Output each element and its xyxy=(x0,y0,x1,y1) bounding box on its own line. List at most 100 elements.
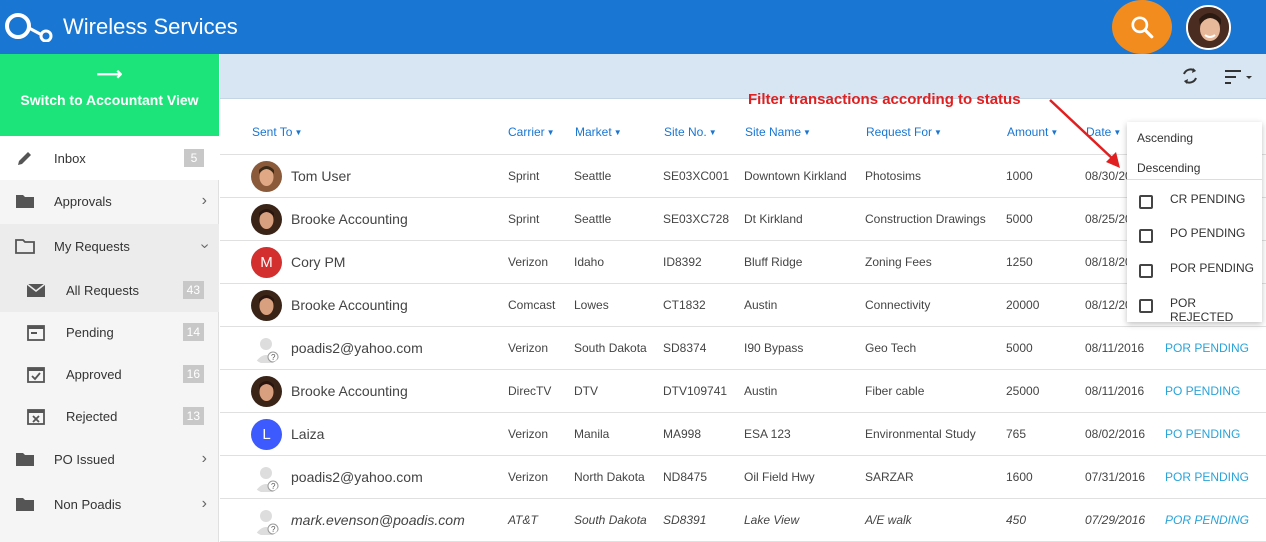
filter-checkbox-cr-pending[interactable] xyxy=(1139,195,1153,209)
cell-site-name: Downtown Kirkland xyxy=(744,169,847,183)
cell-site-no: ND8475 xyxy=(663,470,708,484)
sort-filter-menu: Ascending Descending CR PENDING PO PENDI… xyxy=(1127,122,1262,324)
sort-descending-option[interactable]: Descending xyxy=(1137,161,1200,175)
switch-accountant-view-button[interactable]: ⟶ Switch to Accountant View xyxy=(0,54,219,136)
table-row[interactable]: Brooke Accounting Sprint Seattle SE03XC728 D… xyxy=(220,198,1266,241)
cell-carrier: Verizon xyxy=(508,255,549,269)
refresh-icon[interactable] xyxy=(1180,66,1200,86)
cell-amount: 1250 xyxy=(1006,255,1033,269)
folder-icon xyxy=(16,195,34,208)
folder-icon xyxy=(16,453,34,466)
cell-status[interactable]: POR PENDING xyxy=(1165,341,1249,355)
calendar-x-icon xyxy=(27,409,45,425)
cell-request-for: Connectivity xyxy=(865,298,931,312)
table-row[interactable]: Brooke Accounting Comcast Lowes CT1832 Austi… xyxy=(220,284,1266,327)
column-header-request-for[interactable]: Request For ▼ xyxy=(866,125,942,139)
sidebar-item-all-requests[interactable]: All Requests 43 xyxy=(0,268,219,312)
sidebar-item-label: Inbox xyxy=(54,150,86,166)
user-avatar[interactable] xyxy=(1186,5,1231,50)
calendar-check-icon xyxy=(27,367,45,383)
sent-to-name: Brooke Accounting xyxy=(291,383,408,399)
cell-market: South Dakota xyxy=(574,513,647,527)
sidebar-item-rejected[interactable]: Rejected 13 xyxy=(0,394,219,438)
user-photo-avatar xyxy=(251,204,282,235)
search-icon xyxy=(1131,16,1154,39)
sent-to-name: poadis2@yahoo.com xyxy=(291,469,423,485)
cell-date: 07/29/2016 xyxy=(1085,513,1146,527)
column-header-site-name[interactable]: Site Name ▼ xyxy=(745,125,811,139)
cell-status[interactable]: PO PENDING xyxy=(1165,384,1240,398)
sidebar-item-approved[interactable]: Approved 16 xyxy=(0,352,219,396)
sidebar-item-label: Rejected xyxy=(66,408,118,424)
table-row[interactable]: Brooke Accounting DirecTV DTV DTV109741 Aust… xyxy=(220,370,1266,413)
cell-request-for: Fiber cable xyxy=(865,384,925,398)
letter-avatar: M xyxy=(251,247,282,278)
cell-request-for: Zoning Fees xyxy=(865,255,932,269)
sent-to-name: Brooke Accounting xyxy=(291,211,408,227)
sidebar-item-label: Pending xyxy=(66,324,114,340)
cell-site-name: Austin xyxy=(744,298,778,312)
cell-status[interactable]: PO PENDING xyxy=(1165,427,1240,441)
sort-filter-icon[interactable] xyxy=(1224,68,1254,86)
column-header-carrier[interactable]: Carrier ▼ xyxy=(508,125,555,139)
sidebar-item-non-poadis[interactable]: Non Poadis › xyxy=(0,482,219,526)
sidebar-item-inbox[interactable]: Inbox 5 xyxy=(0,136,219,180)
unknown-user-avatar-icon: ? xyxy=(251,505,282,536)
sidebar-item-label: My Requests xyxy=(54,238,130,254)
app-logo-icon[interactable] xyxy=(4,10,54,42)
filter-checkbox-po-pending[interactable] xyxy=(1139,229,1153,243)
sidebar-item-label: Approvals xyxy=(54,193,112,209)
column-header-site-no[interactable]: Site No. ▼ xyxy=(664,125,717,139)
svg-text:?: ? xyxy=(271,482,276,491)
sidebar-item-approvals[interactable]: Approvals › xyxy=(0,179,219,223)
table-row[interactable]: L Laiza Verizon Manila MA998 ESA 123 Environme… xyxy=(220,413,1266,456)
cell-site-no: SE03XC001 xyxy=(663,169,730,183)
filter-checkbox-por-pending[interactable] xyxy=(1139,264,1153,278)
cell-status[interactable]: POR PENDING xyxy=(1165,470,1249,484)
arrow-right-icon: ⟶ xyxy=(96,64,123,84)
table-row[interactable]: ? mark.evenson@poadis.com AT&T South Dakota… xyxy=(220,499,1266,542)
cell-date: 07/31/2016 xyxy=(1085,470,1146,484)
cell-site-name: Oil Field Hwy xyxy=(744,470,815,484)
column-header-sent-to[interactable]: Sent To ▼ xyxy=(252,125,302,139)
sidebar-item-po-issued[interactable]: PO Issued › xyxy=(0,437,219,481)
top-app-bar: Wireless Services xyxy=(0,0,1266,54)
cell-amount: 1000 xyxy=(1006,169,1033,183)
cell-carrier: Verizon xyxy=(508,341,549,355)
cell-site-name: Bluff Ridge xyxy=(744,255,803,269)
cell-carrier: AT&T xyxy=(508,513,538,527)
sidebar-item-label: Approved xyxy=(66,366,122,382)
table-row[interactable]: ? poadis2@yahoo.com Verizon South Dakota SD8… xyxy=(220,327,1266,370)
folder-open-icon xyxy=(15,239,35,254)
sidebar-item-pending[interactable]: Pending 14 xyxy=(0,310,219,354)
approved-count-badge: 16 xyxy=(182,365,204,383)
cell-site-name: ESA 123 xyxy=(744,427,791,441)
column-header-market[interactable]: Market ▼ xyxy=(575,125,622,139)
sidebar-item-label: All Requests xyxy=(66,282,139,298)
chevron-right-icon: › xyxy=(201,495,207,512)
pencil-icon xyxy=(18,152,31,165)
sent-to-name: poadis2@yahoo.com xyxy=(291,340,423,356)
unknown-user-avatar-icon: ? xyxy=(251,462,282,493)
cell-date: 08/02/2016 xyxy=(1085,427,1146,441)
table-row[interactable]: ? poadis2@yahoo.com Verizon North Dakota ND8… xyxy=(220,456,1266,499)
cell-site-name: Dt Kirkland xyxy=(744,212,803,226)
sort-ascending-option[interactable]: Ascending xyxy=(1137,131,1193,145)
user-photo-avatar xyxy=(251,376,282,407)
pending-count-badge: 14 xyxy=(182,323,204,341)
sidebar-item-my-requests[interactable]: My Requests › xyxy=(0,224,219,268)
filter-checkbox-por-rejected[interactable] xyxy=(1139,299,1153,313)
cell-site-no: DTV109741 xyxy=(663,384,728,398)
search-button[interactable] xyxy=(1112,0,1172,54)
sent-to-name: Tom User xyxy=(291,168,351,184)
filter-label-po-pending: PO PENDING xyxy=(1170,226,1246,240)
svg-text:?: ? xyxy=(271,353,276,362)
cell-market: South Dakota xyxy=(574,341,647,355)
cell-site-no: ID8392 xyxy=(663,255,702,269)
cell-request-for: Geo Tech xyxy=(865,341,917,355)
table-row[interactable]: M Cory PM Verizon Idaho ID8392 Bluff Ridge Zon… xyxy=(220,241,1266,284)
folder-icon xyxy=(16,498,34,511)
cell-status[interactable]: POR PENDING xyxy=(1165,513,1249,527)
rejected-count-badge: 13 xyxy=(182,407,204,425)
cell-carrier: Sprint xyxy=(508,212,540,226)
